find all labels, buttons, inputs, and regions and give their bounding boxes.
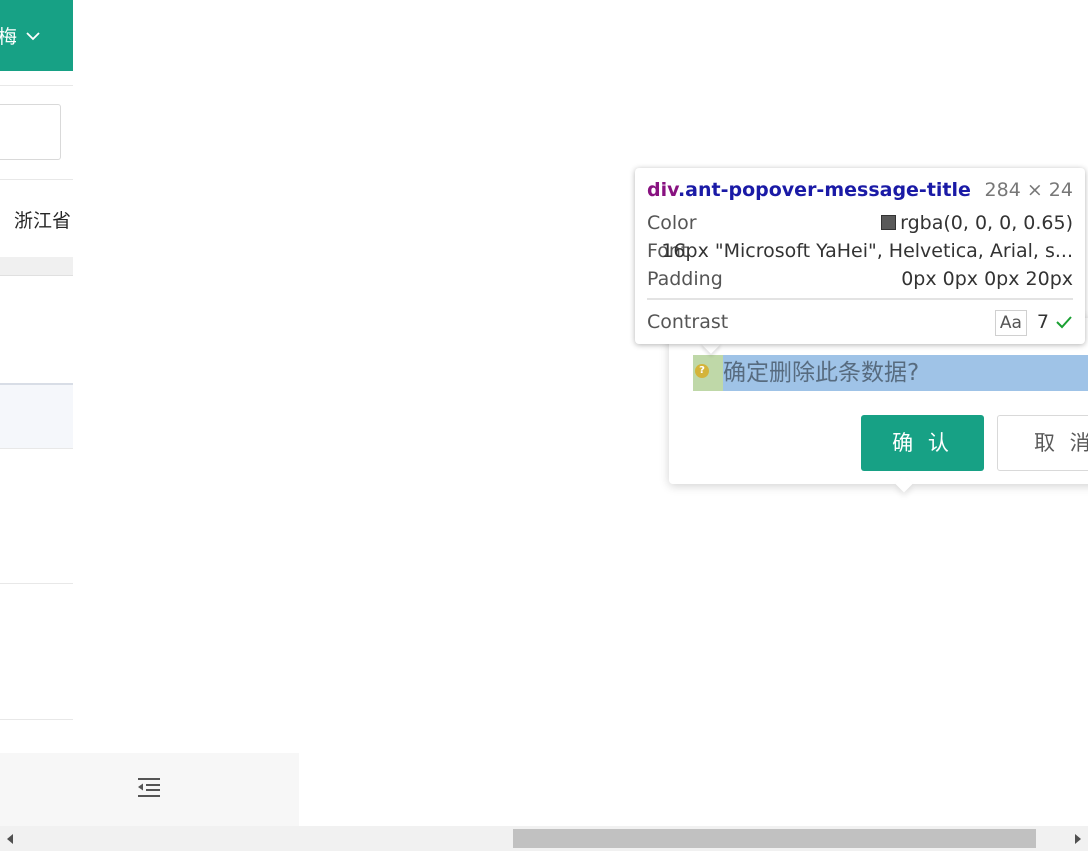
scroll-right-arrow-icon[interactable]	[1075, 834, 1081, 844]
inspect-padding-row: Padding 0px 0px 0px 20px	[647, 268, 1073, 290]
inspect-color-row: Color rgba(0, 0, 0, 0.65)	[647, 212, 1073, 234]
inspect-divider	[647, 298, 1073, 300]
user-name: 梅	[0, 26, 18, 48]
contrast-sample: Aa	[994, 310, 1027, 336]
inspect-contrast-row: Contrast Aa 7	[647, 309, 1073, 336]
menu-fold-icon[interactable]	[136, 775, 162, 799]
inspect-dimensions: 284 × 24	[984, 179, 1073, 201]
popconfirm-title: 确定删除此条数据?	[723, 355, 1088, 391]
chevron-down-icon	[26, 31, 40, 40]
search-input[interactable]	[0, 104, 61, 160]
inspect-element-name: div.ant-popover-message-title 284 × 24	[647, 179, 1073, 201]
user-dropdown[interactable]: 梅	[0, 0, 73, 71]
table-cell-province: 浙江省	[14, 210, 72, 232]
table-header-border	[0, 179, 73, 180]
horizontal-scrollbar[interactable]	[0, 826, 1088, 851]
check-icon	[1056, 316, 1072, 329]
scrollbar-thumb[interactable]	[513, 829, 1036, 848]
table-scroll-strip	[0, 257, 73, 276]
left-app-panel: 梅 浙江省	[0, 0, 73, 826]
confirm-button[interactable]: 确 认	[861, 415, 984, 471]
table-row-border	[0, 583, 73, 584]
table-row-highlighted[interactable]	[0, 383, 73, 449]
inspect-tooltip: div.ant-popover-message-title 284 × 24 C…	[635, 168, 1085, 344]
inspect-font-row: Font 16px "Microsoft YaHei", Helvetica, …	[647, 240, 1073, 262]
scroll-left-arrow-icon[interactable]	[7, 834, 13, 844]
question-circle-icon: ?	[695, 364, 709, 378]
cancel-button[interactable]: 取 消	[997, 415, 1088, 471]
divider	[0, 85, 73, 86]
color-swatch	[881, 215, 897, 230]
table-row-border	[0, 719, 73, 720]
